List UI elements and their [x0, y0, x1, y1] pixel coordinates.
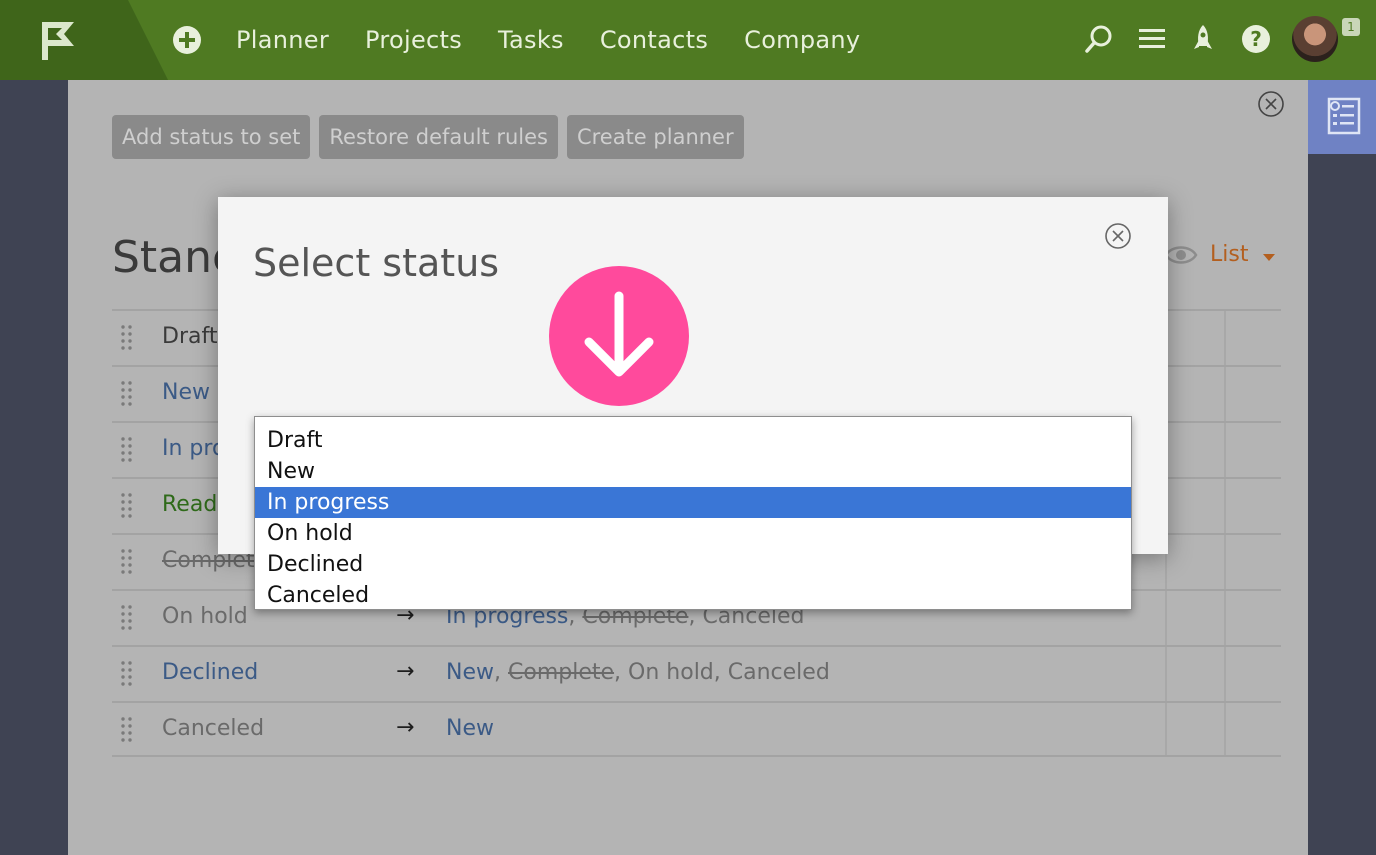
add-status-button[interactable]: Add status to set — [112, 115, 311, 159]
page-close-icon[interactable] — [1257, 90, 1285, 118]
flag-logo-icon — [42, 22, 74, 60]
help-icon[interactable]: ? — [1239, 22, 1273, 56]
rule-status-name[interactable]: Draft — [162, 324, 217, 349]
drag-handle-icon[interactable] — [120, 381, 134, 407]
nav-company[interactable]: Company — [744, 26, 860, 54]
status-option[interactable]: Canceled — [255, 580, 1131, 611]
rule-status-name[interactable]: Declined — [162, 660, 258, 685]
rule-targets: New, Complete, On hold, Canceled — [446, 660, 830, 685]
arrow-down-icon — [584, 291, 654, 377]
status-option[interactable]: New — [255, 456, 1131, 487]
settings-list-icon — [1327, 97, 1361, 135]
column-divider — [1224, 311, 1226, 365]
column-divider — [1224, 423, 1226, 477]
notification-badge: 1 — [1342, 18, 1360, 36]
drag-handle-icon[interactable] — [120, 493, 134, 519]
toolbar: Add status to set Restore default rules … — [112, 115, 744, 159]
close-icon[interactable] — [1104, 222, 1132, 250]
drag-handle-icon[interactable] — [120, 605, 134, 631]
rule-target[interactable]: New — [446, 716, 494, 741]
rule-row: Canceled → New — [112, 701, 1281, 757]
target-separator: , — [614, 660, 629, 685]
nav-projects[interactable]: Projects — [365, 26, 462, 54]
create-planner-button[interactable]: Create planner — [566, 115, 744, 159]
rule-status-name[interactable]: In pro — [162, 436, 225, 461]
settings-side-tab[interactable] — [1308, 80, 1376, 154]
nav-tasks[interactable]: Tasks — [498, 26, 564, 54]
drag-handle-icon[interactable] — [120, 661, 134, 687]
status-option[interactable]: Declined — [255, 549, 1131, 580]
eye-icon[interactable] — [1164, 242, 1198, 268]
main-nav: Planner Projects Tasks Contacts Company — [236, 0, 860, 80]
status-option[interactable]: In progress — [255, 487, 1131, 518]
column-divider — [1224, 479, 1226, 533]
rule-target[interactable]: New — [446, 660, 494, 685]
arrow-right-icon: → — [396, 659, 415, 684]
column-divider — [1224, 591, 1226, 645]
column-divider — [1224, 535, 1226, 589]
drag-handle-icon[interactable] — [120, 549, 134, 575]
column-divider — [1224, 703, 1226, 755]
scroll-down-hint — [549, 266, 689, 406]
rule-target[interactable]: Canceled — [728, 660, 830, 685]
add-icon[interactable] — [172, 25, 202, 55]
svg-text:?: ? — [1250, 27, 1262, 51]
rule-row: Declined → New, Complete, On hold, Cancele… — [112, 645, 1281, 701]
menu-icon[interactable] — [1136, 22, 1170, 56]
rocket-icon[interactable] — [1186, 22, 1220, 56]
rule-target[interactable]: Complete — [508, 660, 614, 685]
status-listbox[interactable]: Draft New In progress On hold Declined Cancel… — [254, 416, 1132, 610]
rule-status-name[interactable]: Canceled — [162, 716, 264, 741]
arrow-right-icon: → — [396, 715, 415, 740]
column-divider — [1165, 647, 1167, 701]
search-icon[interactable] — [1082, 22, 1116, 56]
drag-handle-icon[interactable] — [120, 717, 134, 743]
nav-planner[interactable]: Planner — [236, 26, 329, 54]
column-divider — [1224, 367, 1226, 421]
modal-title: Select status — [253, 241, 500, 285]
rule-targets: New — [446, 716, 494, 741]
logo-block[interactable] — [0, 0, 168, 80]
rule-target[interactable]: On hold — [628, 660, 714, 685]
drag-handle-icon[interactable] — [120, 437, 134, 463]
column-divider — [1165, 591, 1167, 645]
target-separator: , — [713, 660, 728, 685]
top-bar: Planner Projects Tasks Contacts Company … — [0, 0, 1376, 80]
view-mode-dropdown[interactable]: List — [1210, 242, 1248, 267]
status-option[interactable]: On hold — [255, 518, 1131, 549]
column-divider — [1165, 703, 1167, 755]
restore-rules-button[interactable]: Restore default rules — [319, 115, 558, 159]
user-avatar[interactable] — [1292, 16, 1338, 62]
target-separator: , — [494, 660, 508, 685]
chevron-down-icon[interactable] — [1263, 254, 1275, 261]
nav-contacts[interactable]: Contacts — [600, 26, 708, 54]
status-option[interactable]: Draft — [255, 425, 1131, 456]
column-divider — [1224, 647, 1226, 701]
rule-status-name[interactable]: New — [162, 380, 210, 405]
rule-status-name[interactable]: On hold — [162, 604, 248, 629]
drag-handle-icon[interactable] — [120, 325, 134, 351]
